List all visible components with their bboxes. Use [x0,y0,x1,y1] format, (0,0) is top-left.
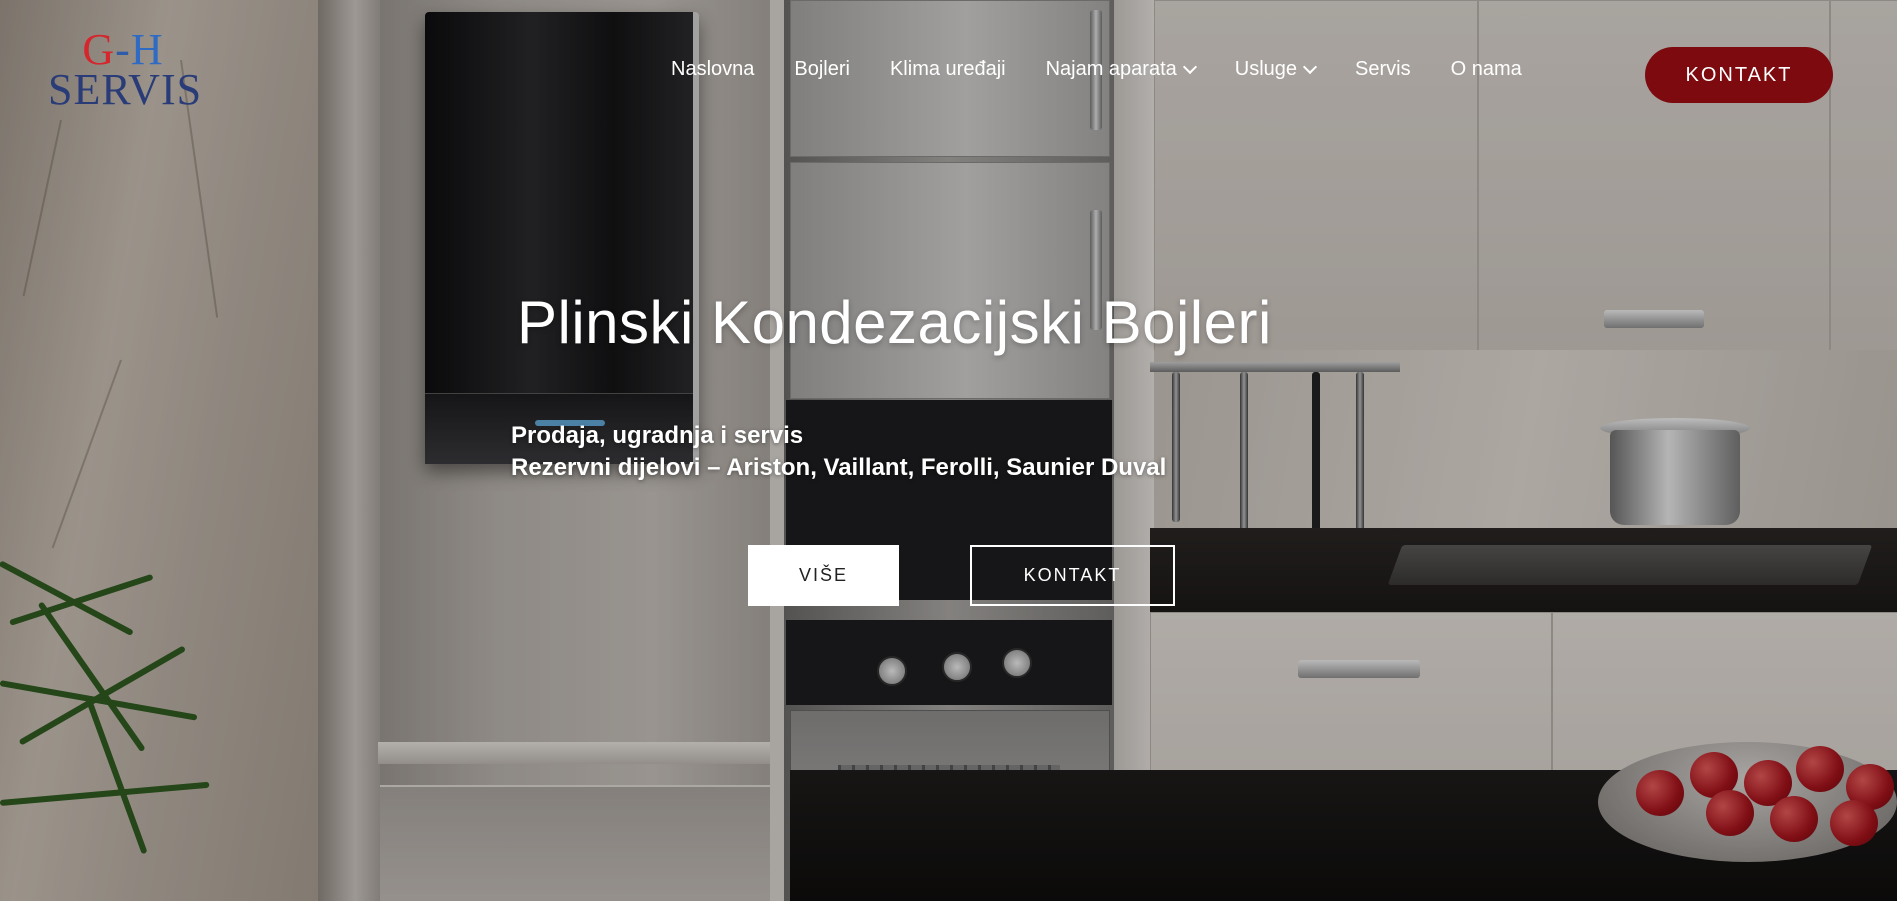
nav-item-label: O nama [1450,58,1522,80]
more-button[interactable]: VIŠE [748,545,899,606]
hero-subtitle: Prodaja, ugradnja i servis Rezervni dije… [511,420,1166,484]
hero-subtitle-line1: Prodaja, ugradnja i servis [511,422,804,449]
nav-item-najam-aparata[interactable]: Najam aparata [1045,58,1197,81]
main-navigation: Naslovna Bojleri Klima uređaji Najam apa… [671,58,1562,81]
chevron-down-icon [1182,59,1197,75]
nav-item-label: Servis [1355,58,1411,80]
site-logo[interactable]: G-H SERVIS [48,28,203,114]
hero-contact-button[interactable]: KONTAKT [970,545,1175,606]
hero-title: Plinski Kondezacijski Bojleri [517,289,1272,356]
nav-item-label: Naslovna [671,58,755,80]
nav-item-label: Klima uređaji [889,58,1006,80]
header-contact-button[interactable]: KONTAKT [1645,47,1833,103]
nav-item-klima-uredjaji[interactable]: Klima uređaji [890,58,1006,81]
nav-item-naslovna[interactable]: Naslovna [671,58,754,81]
nav-item-bojleri[interactable]: Bojleri [794,58,850,81]
nav-item-servis[interactable]: Servis [1355,58,1411,81]
nav-item-usluge[interactable]: Usluge [1234,58,1318,81]
hero-subtitle-line2: Rezervni dijelovi – Ariston, Vaillant, F… [511,454,1167,481]
nav-item-o-nama[interactable]: O nama [1451,58,1522,81]
logo-wordmark: SERVIS [48,65,203,114]
chevron-down-icon [1302,59,1318,75]
nav-item-label: Bojleri [794,58,850,80]
nav-item-label: Najam aparata [1045,58,1177,80]
nav-item-label: Usluge [1234,58,1298,80]
